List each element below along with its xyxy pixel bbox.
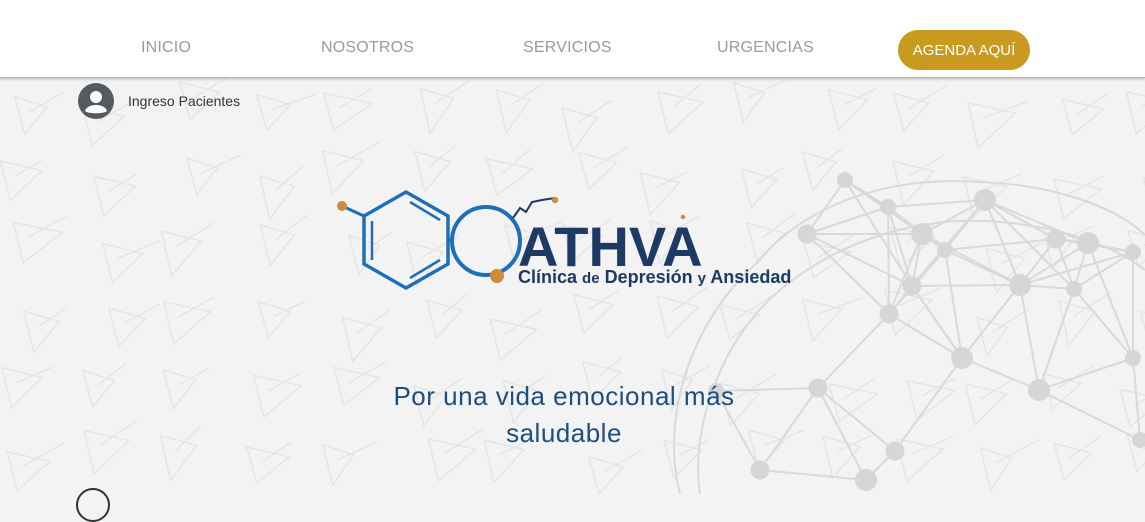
nav-link-urgencias[interactable]: URGENCIAS bbox=[717, 39, 814, 57]
nav-link-servicios[interactable]: SERVICIOS bbox=[523, 39, 612, 57]
athva-logo: ATHVA Clínica de Depresión y Ansiedad bbox=[337, 189, 791, 291]
hero-tagline-line2: saludable bbox=[506, 418, 622, 448]
agenda-aqui-button[interactable]: AGENDA AQUÍ bbox=[898, 30, 1030, 70]
patient-login-link[interactable]: Ingreso Pacientes bbox=[78, 83, 240, 119]
patient-login-label: Ingreso Pacientes bbox=[128, 93, 241, 109]
top-navigation-bar: INICIO NOSOTROS SERVICIOS URGENCIAS AGEN… bbox=[0, 0, 1145, 78]
hero-tagline: Por una vida emocional más saludable bbox=[354, 378, 774, 452]
logo-subtitle: Clínica de Depresión y Ansiedad bbox=[518, 267, 791, 287]
nav-link-inicio[interactable]: INICIO bbox=[141, 39, 191, 57]
nav-link-nosotros[interactable]: NOSOTROS bbox=[321, 39, 414, 57]
user-avatar-icon bbox=[78, 83, 114, 119]
hero-tagline-line1: Por una vida emocional más bbox=[393, 381, 735, 411]
bottom-partial-icon bbox=[76, 488, 110, 522]
